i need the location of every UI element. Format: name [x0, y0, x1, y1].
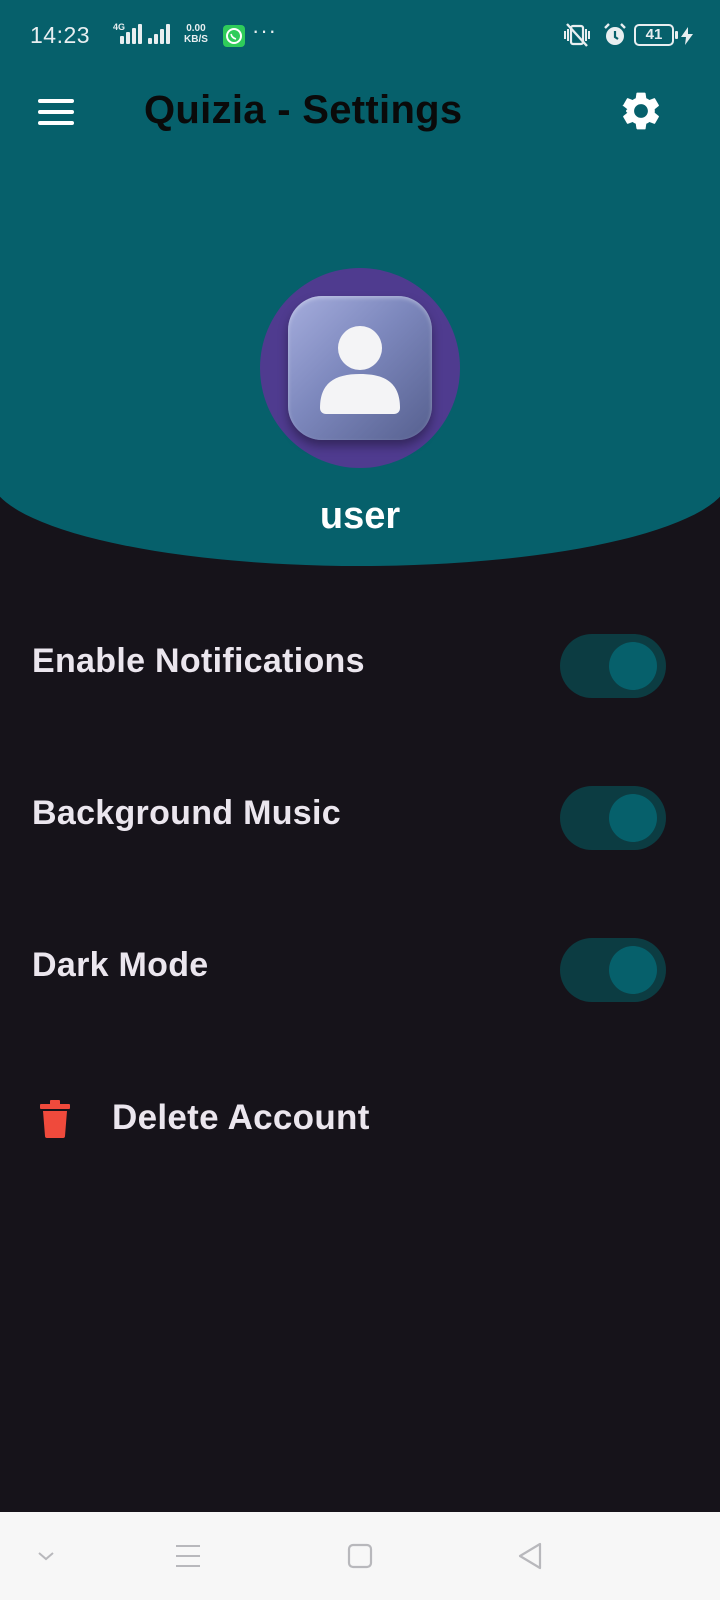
chevron-down-icon: [38, 1552, 54, 1561]
settings-button[interactable]: [618, 88, 664, 134]
toggle-knob: [609, 642, 657, 690]
menu-lines-icon: [176, 1545, 200, 1567]
setting-label: Background Music: [32, 794, 341, 832]
status-bar: 14:23 4G 0.00 KB/S ··· 41: [0, 0, 720, 72]
username: user: [319, 495, 401, 537]
delete-account-label: Delete Account: [112, 1098, 370, 1137]
charging-icon: [681, 27, 693, 45]
delete-account-button[interactable]: Delete Account: [0, 1080, 720, 1160]
page-title: Quizia - Settings: [144, 88, 463, 132]
whatsapp-icon: [223, 25, 245, 47]
avatar-tile: [288, 296, 432, 440]
setting-row-notifications: Enable Notifications: [0, 620, 720, 710]
menu-button[interactable]: [38, 99, 74, 125]
nav-recents-button[interactable]: [166, 1534, 210, 1578]
setting-label: Dark Mode: [32, 946, 209, 984]
back-triangle-icon: [518, 1542, 542, 1570]
setting-row-dark-mode: Dark Mode: [0, 924, 720, 1014]
nav-back-button[interactable]: [508, 1534, 552, 1578]
square-icon: [347, 1543, 373, 1569]
dark-mode-toggle[interactable]: [560, 938, 666, 1002]
network-speed: 0.00 KB/S: [184, 23, 208, 45]
nav-home-button[interactable]: [338, 1534, 382, 1578]
status-time: 14:23: [30, 22, 91, 48]
system-nav-bar: [0, 1512, 720, 1600]
toggle-knob: [609, 794, 657, 842]
gear-icon: [622, 92, 659, 130]
notifications-toggle[interactable]: [560, 634, 666, 698]
avatar[interactable]: [260, 268, 460, 468]
network-type-label: 4G: [113, 22, 126, 32]
setting-label: Enable Notifications: [32, 642, 365, 680]
setting-row-background-music: Background Music: [0, 772, 720, 862]
nav-collapse-button[interactable]: [24, 1534, 68, 1578]
toggle-knob: [609, 946, 657, 994]
trash-icon: [40, 1100, 70, 1138]
more-notifications-icon: ···: [252, 18, 277, 43]
user-icon: [320, 326, 400, 414]
hamburger-icon: [38, 99, 74, 103]
battery-indicator: 41: [634, 24, 678, 46]
background-music-toggle[interactable]: [560, 786, 666, 850]
vibrate-mute-icon: [564, 23, 590, 47]
alarm-icon: [604, 23, 626, 45]
